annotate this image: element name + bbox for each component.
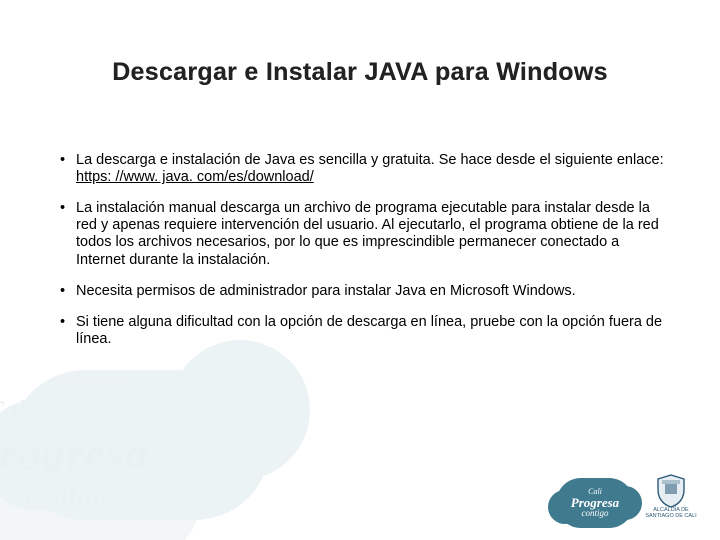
cali-progresa-logo: Cali Progresa contigo	[556, 478, 634, 528]
bullet-item: Si tiene alguna dificultad con la opción…	[60, 314, 670, 348]
slide-root: Cali progresa contigo Descargar e Instal…	[0, 0, 720, 540]
slide-title: Descargar e Instalar JAVA para Windows	[0, 58, 720, 87]
bullet-item: La instalación manual descarga un archiv…	[60, 200, 670, 268]
bullet-text: Necesita permisos de administrador para …	[76, 283, 576, 299]
bullet-text: Si tiene alguna dificultad con la opción…	[76, 314, 662, 347]
shield-logo-line2: SANTIAGO DE CALI	[645, 514, 696, 520]
cloud-logo-line3: contigo	[582, 509, 609, 518]
body-text: La descarga e instalación de Java es sen…	[60, 152, 670, 362]
bullet-text: La descarga e instalación de Java es sen…	[76, 152, 664, 168]
bullet-text: La instalación manual descarga un archiv…	[76, 200, 659, 267]
watermark-word-1: Cali	[0, 396, 33, 428]
footer-logos: Cali Progresa contigo ALCALDÍA DE SANTIA…	[556, 474, 698, 528]
watermark-word-2: progresa	[0, 427, 149, 480]
watermark-word-3: contigo	[25, 478, 115, 512]
alcaldia-cali-logo: ALCALDÍA DE SANTIAGO DE CALI	[644, 474, 698, 528]
download-link[interactable]: https: //www. java. com/es/download/	[76, 169, 314, 185]
bullet-item: Necesita permisos de administrador para …	[60, 283, 670, 300]
bullet-item: La descarga e instalación de Java es sen…	[60, 152, 670, 186]
shield-icon	[656, 474, 686, 508]
